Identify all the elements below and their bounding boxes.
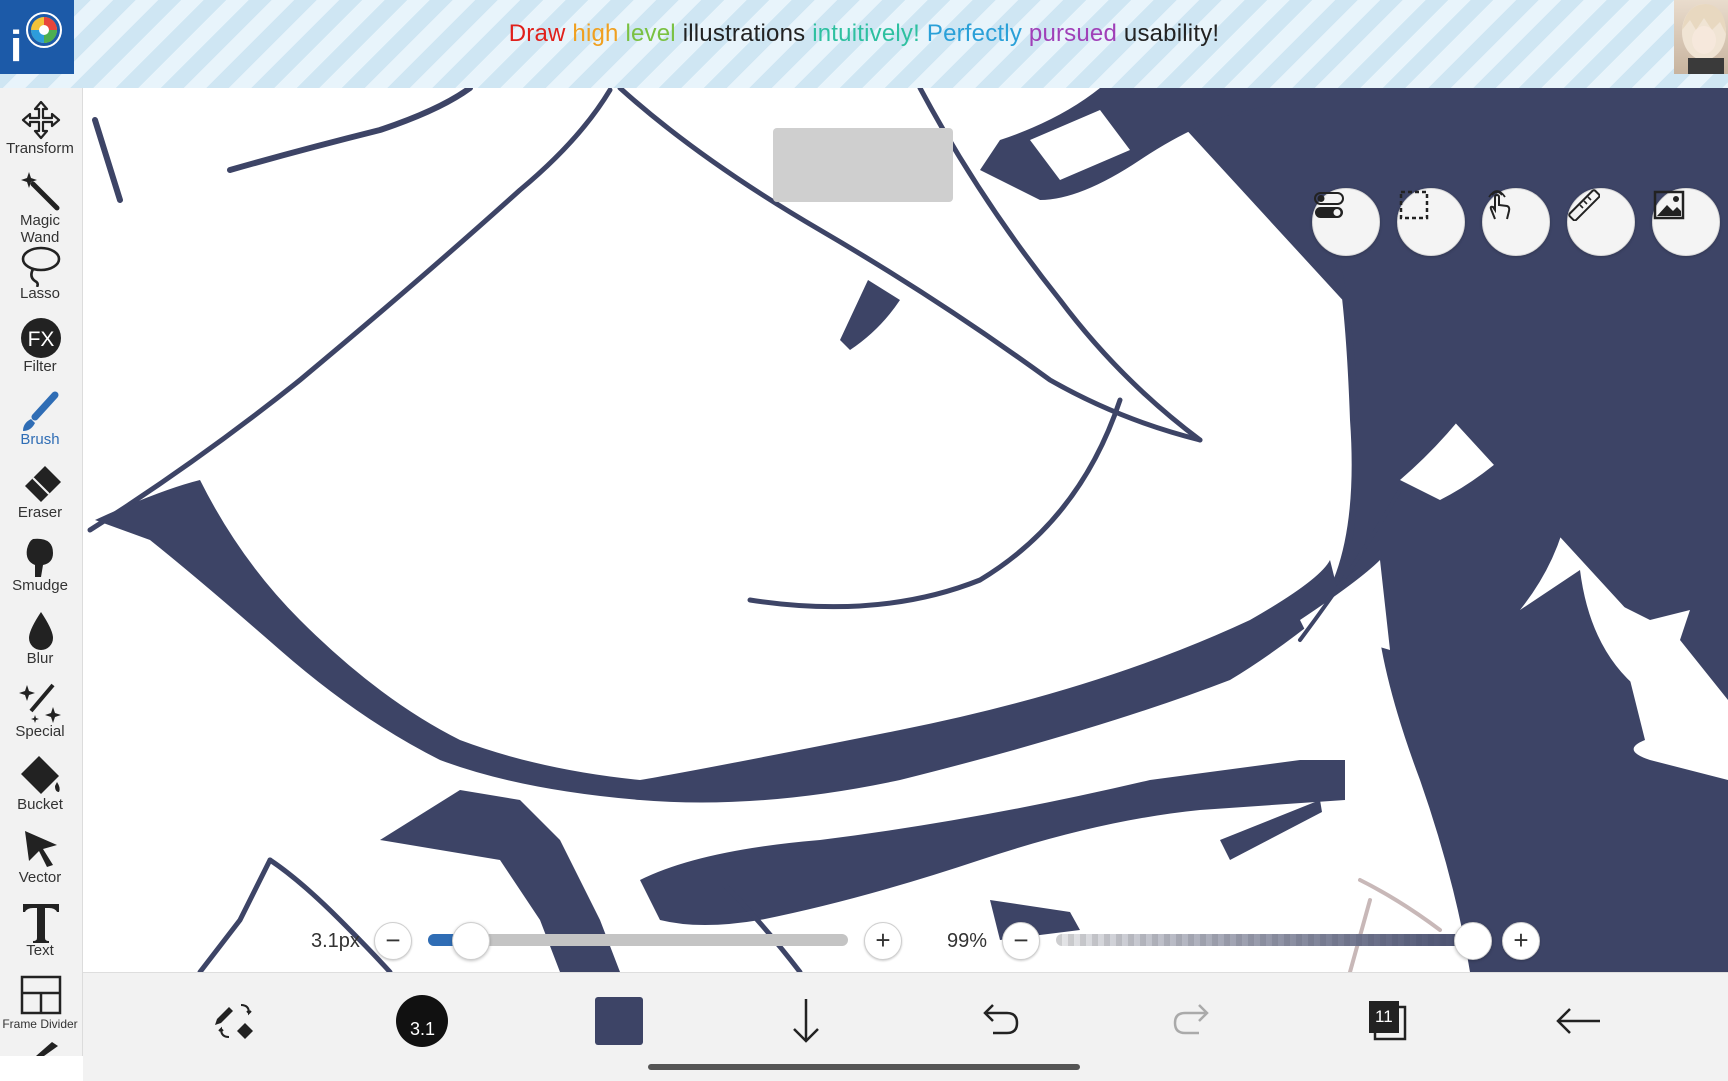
tool-filter[interactable]: FX Filter — [0, 310, 82, 382]
toggle-settings-button[interactable] — [1312, 188, 1380, 256]
toolbar-more-indicator[interactable] — [30, 1040, 60, 1056]
text-t-icon — [23, 904, 59, 943]
brush-size-label: 3.1px — [311, 930, 360, 952]
magic-wand-icon — [21, 172, 60, 211]
touch-button[interactable] — [1482, 188, 1550, 256]
tool-label: Smudge — [12, 577, 68, 594]
download-button[interactable] — [776, 991, 836, 1051]
banner-word: Perfectly — [926, 20, 1029, 47]
tool-blur[interactable]: Blur — [0, 602, 82, 674]
opacity-minus-button[interactable]: − — [1002, 922, 1040, 960]
tool-frame-divider[interactable]: Frame Divider — [0, 967, 82, 1039]
color-swatch-icon — [595, 997, 643, 1045]
undo-button[interactable] — [969, 991, 1029, 1051]
tool-label: Brush — [20, 431, 60, 448]
tool-label: Blur — [26, 650, 54, 667]
banner-character-image — [1674, 0, 1728, 74]
redo-icon — [1173, 1004, 1209, 1035]
ad-banner[interactable]: i Draw high level illustrations intuitiv… — [0, 0, 1728, 89]
layers-button[interactable]: 11 — [1355, 991, 1415, 1051]
sparkle-pen-icon — [19, 683, 61, 723]
opacity-slider-fill — [1056, 934, 1472, 946]
tool-label: Special — [15, 723, 65, 740]
notification-placeholder — [773, 128, 953, 202]
back-arrow-icon — [1556, 1008, 1600, 1034]
download-arrow-icon — [793, 999, 819, 1043]
home-indicator[interactable] — [648, 1064, 1080, 1070]
banner-word: illustrations — [682, 20, 813, 47]
plus-icon: + — [1513, 925, 1529, 955]
material-button[interactable] — [1652, 188, 1720, 256]
brush-size-preview-button[interactable]: 3.1 — [392, 991, 452, 1051]
swap-pen-eraser-icon — [215, 1004, 253, 1039]
tool-transform[interactable]: Transform — [0, 92, 82, 164]
opacity-slider-thumb[interactable] — [1453, 922, 1492, 960]
smudge-icon — [26, 538, 53, 577]
tool-label: Vector — [18, 869, 62, 886]
opacity-slider-track[interactable] — [1056, 934, 1476, 946]
brush-icon — [23, 391, 59, 431]
tool-text[interactable]: Text — [0, 894, 82, 966]
touch-hand-icon — [1488, 190, 1511, 220]
tool-label: Transform — [6, 140, 74, 157]
eraser-icon — [25, 466, 61, 502]
brush-size-plus-button[interactable]: + — [864, 922, 902, 960]
brush-size-slider-thumb[interactable] — [452, 922, 490, 960]
banner-word: high — [572, 20, 626, 47]
tool-lasso[interactable]: Lasso — [0, 237, 82, 309]
color-button[interactable] — [589, 991, 649, 1051]
plus-icon: + — [875, 925, 891, 955]
toggle-icon — [1314, 192, 1344, 218]
drop-icon — [29, 612, 53, 650]
banner-word: usability! — [1123, 20, 1220, 47]
tool-eraser[interactable]: Eraser — [0, 456, 82, 528]
banner-word: Draw — [508, 20, 573, 47]
banner-slogan: Draw high level illustrations intuitivel… — [0, 20, 1728, 48]
tool-smudge[interactable]: Smudge — [0, 529, 82, 601]
tool-sidebar: Transform Magic Wand Lasso FX Filter Bru… — [0, 88, 83, 1056]
image-icon — [1653, 190, 1685, 220]
lasso-icon — [21, 246, 61, 287]
minus-icon: − — [1013, 925, 1029, 955]
frame-divider-icon — [20, 975, 62, 1015]
tool-label: Eraser — [17, 504, 63, 521]
opacity-plus-button[interactable]: + — [1502, 922, 1540, 960]
opacity-label: 99% — [947, 930, 988, 952]
swap-pen-eraser-button[interactable] — [205, 991, 265, 1051]
back-button[interactable] — [1548, 991, 1608, 1051]
brush-size-slider-track[interactable] — [428, 934, 848, 946]
selection-button[interactable] — [1397, 188, 1465, 256]
tool-label: Bucket — [17, 796, 63, 813]
minus-icon: − — [385, 925, 401, 955]
tool-bucket[interactable]: Bucket — [0, 748, 82, 820]
banner-word: intuitively! — [812, 20, 927, 47]
undo-icon — [983, 1004, 1019, 1035]
drawing-canvas[interactable] — [83, 88, 1728, 972]
brush-size-minus-button[interactable]: − — [374, 922, 412, 960]
redo-button[interactable] — [1163, 991, 1223, 1051]
tool-label: Filter — [23, 358, 57, 375]
banner-word: pursued — [1028, 20, 1124, 47]
move-arrows-icon — [21, 100, 61, 140]
svg-text:FX: FX — [28, 328, 55, 351]
banner-word: level — [625, 20, 683, 47]
tool-vector[interactable]: Vector — [0, 821, 82, 893]
fx-icon: FX — [21, 318, 61, 358]
ruler-button[interactable] — [1567, 188, 1635, 256]
layer-count: 11 — [1375, 1007, 1393, 1026]
brush-size-badge: 3.1 — [410, 1019, 436, 1039]
tool-label: Lasso — [19, 285, 61, 302]
tool-brush[interactable]: Brush — [0, 383, 82, 455]
cursor-arrow-icon — [25, 831, 57, 867]
tool-label: Text — [26, 942, 54, 959]
tool-magic-wand[interactable]: Magic Wand — [0, 164, 82, 246]
pen-partial-icon — [36, 1042, 58, 1056]
ruler-icon — [1568, 189, 1600, 221]
bucket-icon — [21, 756, 60, 794]
dashed-selection-icon — [1399, 190, 1429, 220]
tool-special[interactable]: Special — [0, 675, 82, 747]
tool-label: Frame Divider — [2, 1017, 78, 1031]
